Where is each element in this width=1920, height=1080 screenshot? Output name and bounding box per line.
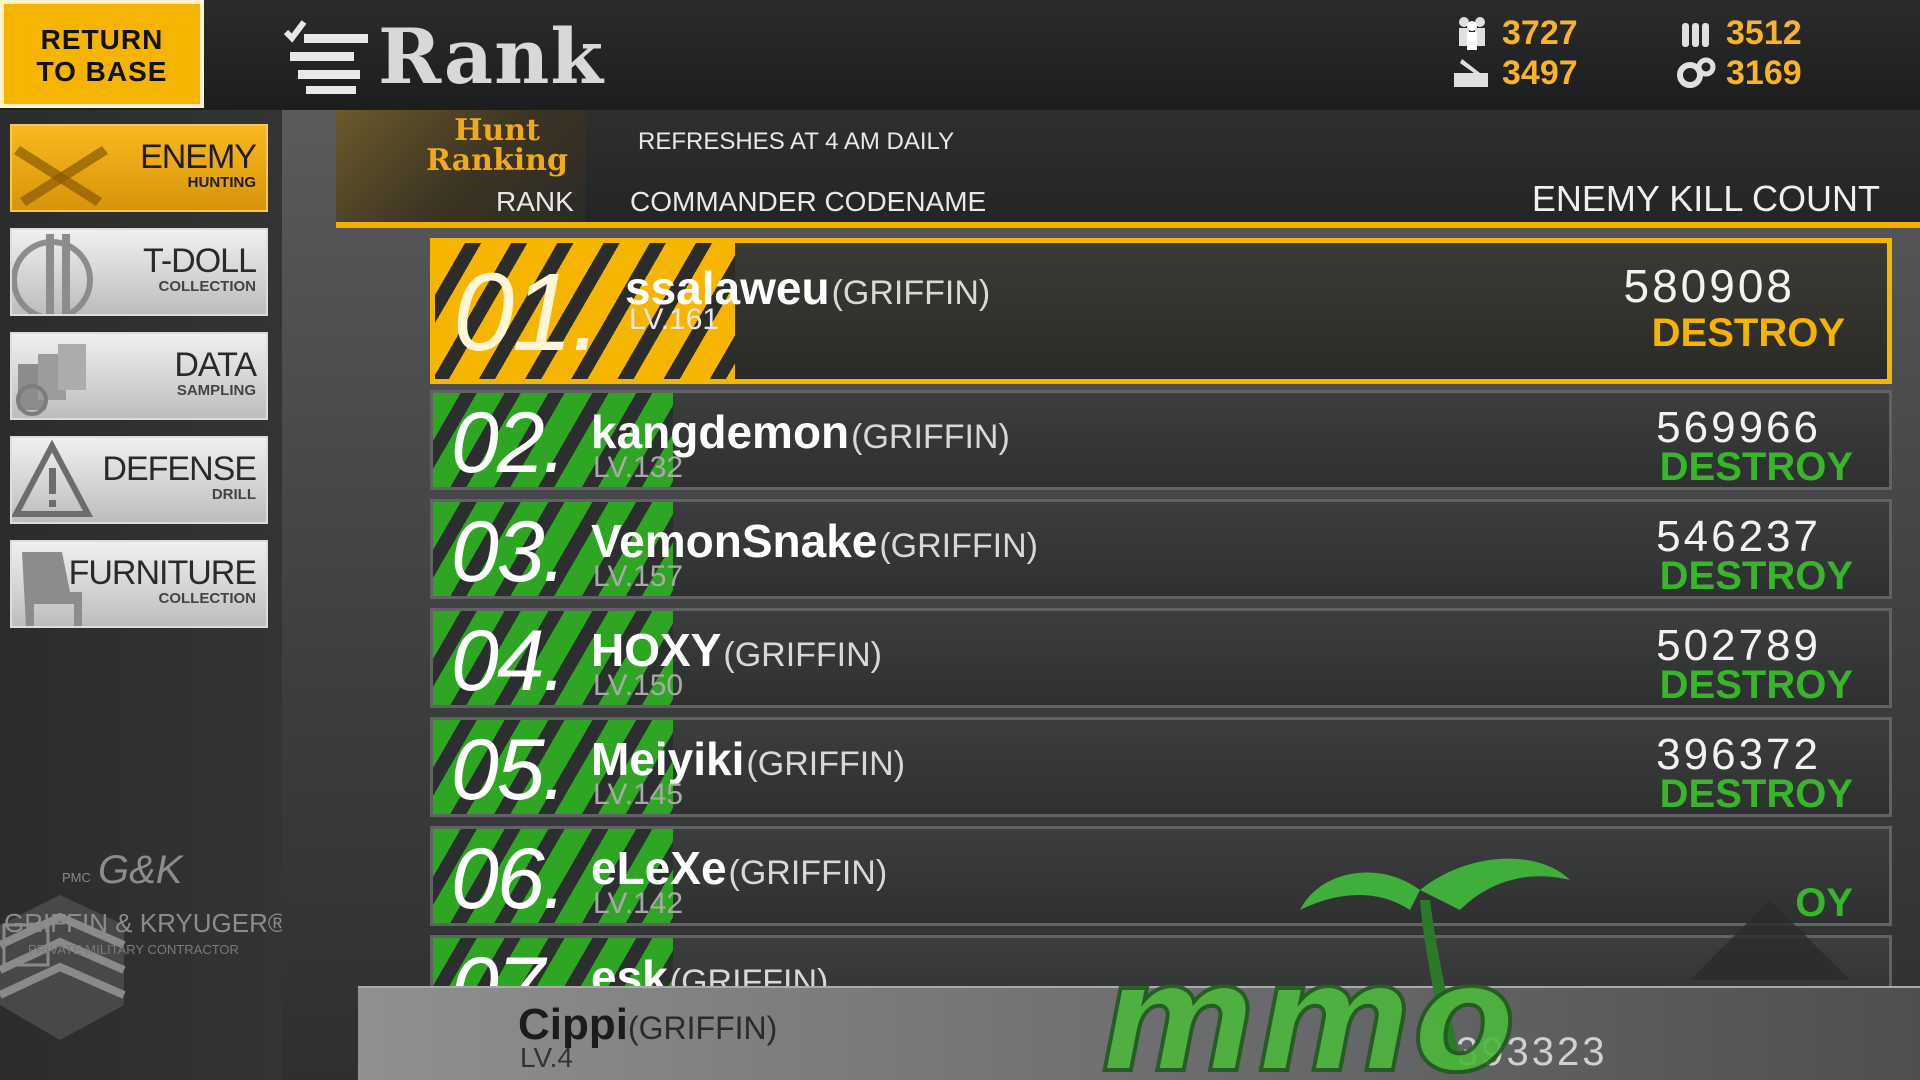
- sidebar-item-sublabel: DRILL: [211, 486, 256, 503]
- sidebar-item-label: ENEMY: [140, 138, 257, 176]
- status-label: DESTROY: [1659, 445, 1853, 489]
- rations-value: 3497: [1502, 53, 1578, 92]
- column-header-codename: COMMANDER CODENAME: [630, 186, 987, 217]
- manpower-value: 3727: [1502, 13, 1578, 52]
- rank-number: 03.: [451, 504, 567, 599]
- data-icon: [16, 344, 86, 416]
- crossed-rifles-icon: [14, 146, 108, 206]
- own-kill-count: 393323: [1456, 1030, 1608, 1074]
- status-label: DESTROY: [1659, 663, 1853, 707]
- player-group: (GRIFFIN): [879, 527, 1038, 565]
- rank-row[interactable]: 04. HOXY(GRIFFIN) LV.150 502789 DESTROY: [430, 608, 1892, 708]
- rank-number: 04.: [451, 613, 567, 708]
- player-group: (GRIFFIN): [831, 274, 991, 312]
- player-group: (GRIFFIN): [723, 636, 883, 674]
- own-group: (GRIFFIN): [627, 1010, 778, 1046]
- rank-row[interactable]: 06. eLeXe(GRIFFIN) LV.142 OY: [430, 826, 1892, 926]
- rank-row[interactable]: 03. VemonSnake(GRIFFIN) LV.157 546237 DE…: [430, 499, 1892, 599]
- rations-icon: [1454, 59, 1488, 87]
- sidebar-item-label: DATA: [174, 346, 257, 384]
- return-label-line2: TO BASE: [36, 56, 168, 87]
- sidebar-item-sublabel: HUNTING: [187, 174, 256, 191]
- page-title-text: Rank: [378, 11, 605, 101]
- player-group: (GRIFFIN): [851, 418, 1010, 456]
- sidebar-item-furniture-collection[interactable]: FURNITURE COLLECTION: [10, 540, 268, 628]
- parts-value: 3169: [1726, 53, 1802, 92]
- return-label-line1: RETURN: [40, 24, 164, 55]
- hunt-title-line2: Ranking: [426, 143, 568, 178]
- sidebar-item-label: DEFENSE: [102, 450, 257, 488]
- sidebar-item-defense-drill[interactable]: DEFENSE DRILL: [10, 436, 268, 524]
- logo-pmc: PMC: [62, 870, 91, 885]
- column-header-rank: RANK: [496, 186, 574, 217]
- resource-ammo: 3512: [1674, 14, 1802, 52]
- player-level: LV.161: [629, 303, 720, 336]
- refresh-note: REFRESHES AT 4 AM DAILY: [638, 128, 955, 155]
- rank-number: 06.: [451, 831, 567, 926]
- player-level: LV.142: [593, 887, 684, 920]
- logo-company-name: GRIFFIN & KRYUGER®: [4, 908, 288, 938]
- player-level: LV.145: [593, 778, 684, 811]
- rank-row[interactable]: 05. Meiyiki(GRIFFIN) LV.145 396372 DESTR…: [430, 717, 1892, 817]
- header-divider: [336, 222, 1920, 228]
- resource-panel: 3727 3512 3497 3169: [1450, 14, 1840, 94]
- rank-list-icon: [283, 20, 368, 94]
- resource-manpower: 3727: [1450, 14, 1578, 52]
- rank-number: 02.: [451, 395, 567, 490]
- resource-rations: 3497: [1450, 54, 1578, 92]
- ranking-list[interactable]: 01. ssalaweu(GRIFFIN) LV.161 580908 DEST…: [430, 234, 1892, 994]
- own-rank-bar: Cippi(GRIFFIN) LV.4 393323: [358, 986, 1920, 1080]
- sidebar-item-label: T-DOLL: [142, 242, 257, 280]
- player-group: (GRIFFIN): [746, 745, 906, 783]
- top-bar: RETURN TO BASE Rank 3727 3512 3497 3169: [0, 0, 1920, 110]
- rank-row[interactable]: 01. ssalaweu(GRIFFIN) LV.161 580908 DEST…: [430, 238, 1892, 384]
- sidebar-item-sublabel: SAMPLING: [176, 382, 256, 399]
- kill-count: 580908: [1623, 260, 1795, 312]
- status-label: DESTROY: [1659, 772, 1853, 816]
- status-label: DESTROY: [1659, 554, 1853, 598]
- player-level: LV.132: [593, 451, 684, 484]
- rank-number: 05.: [451, 722, 567, 817]
- resource-parts: 3169: [1674, 54, 1802, 92]
- hunt-ranking-title: Hunt Ranking: [412, 116, 582, 176]
- sidebar-item-sublabel: COLLECTION: [158, 590, 257, 607]
- player-group: (GRIFFIN): [728, 854, 888, 892]
- parts-icon: [1677, 57, 1716, 88]
- rank-number: 01.: [453, 251, 602, 374]
- status-label: OY: [1795, 881, 1853, 925]
- sidebar-item-t-doll-collection[interactable]: T-DOLL COLLECTION: [10, 228, 268, 316]
- ranking-header: Hunt Ranking REFRESHES AT 4 AM DAILY RAN…: [336, 110, 1920, 226]
- manpower-icon: [1459, 17, 1485, 50]
- player-level: LV.157: [593, 560, 684, 593]
- hunt-title-line1: Hunt: [454, 113, 540, 148]
- sidebar-item-sublabel: COLLECTION: [158, 278, 257, 295]
- status-label: DESTROY: [1651, 311, 1845, 355]
- page-title: Rank: [282, 6, 604, 106]
- own-level: LV.4: [520, 1042, 573, 1073]
- ammo-icon: [1682, 23, 1709, 47]
- sidebar-item-data-sampling[interactable]: DATA SAMPLING: [10, 332, 268, 420]
- return-to-base-button[interactable]: RETURN TO BASE: [0, 0, 204, 108]
- doll-icon: [12, 234, 93, 314]
- player-level: LV.150: [593, 669, 684, 702]
- sidebar-item-label: FURNITURE: [68, 554, 257, 592]
- column-header-kill-count: ENEMY KILL COUNT: [1531, 178, 1880, 219]
- rank-row[interactable]: 02. kangdemon(GRIFFIN) LV.132 569966 DES…: [430, 390, 1892, 490]
- logo-mark: G&K: [98, 848, 183, 892]
- sidebar-item-enemy-hunting[interactable]: ENEMY HUNTING: [10, 124, 268, 212]
- ammo-value: 3512: [1726, 13, 1802, 52]
- logo-company-subtitle: PRIVATE MILITARY CONTRACTOR: [28, 942, 239, 957]
- warning-icon: [12, 439, 93, 517]
